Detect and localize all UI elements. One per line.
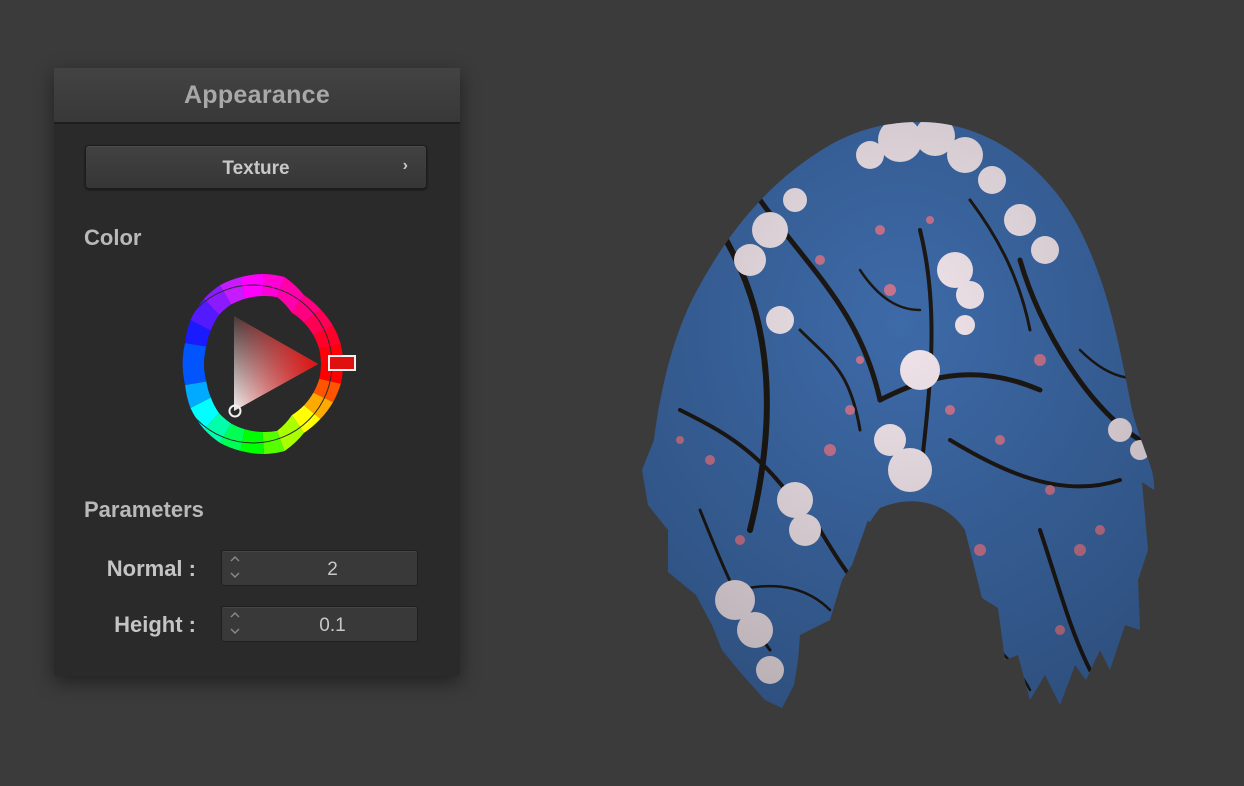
color-wheel-picker[interactable] [168,268,366,458]
cloth-mesh-viewport[interactable] [620,110,1180,720]
chevron-right-icon: › [402,157,408,174]
height-value[interactable]: 0.1 [248,615,417,637]
spin-arrows-icon[interactable] [222,551,248,585]
appearance-panel: Appearance Texture › Color Parameters No… [54,68,460,676]
normal-value[interactable]: 2 [248,559,417,581]
height-spinbox[interactable]: 0.1 [221,606,418,642]
normal-label: Normal : [106,556,196,581]
texture-button-label: Texture [222,158,290,179]
height-label: Height : [114,612,196,637]
texture-button[interactable]: Texture › [85,145,427,189]
saturation-value-triangle[interactable] [234,316,318,411]
panel-title: Appearance [183,80,331,109]
parameters-section-label: Parameters [84,497,204,522]
color-section-label: Color [84,225,142,250]
hue-selector-handle[interactable] [328,355,356,371]
normal-spinbox[interactable]: 2 [221,550,418,586]
panel-header: Appearance [54,68,460,124]
spin-arrows-icon[interactable] [222,607,248,641]
